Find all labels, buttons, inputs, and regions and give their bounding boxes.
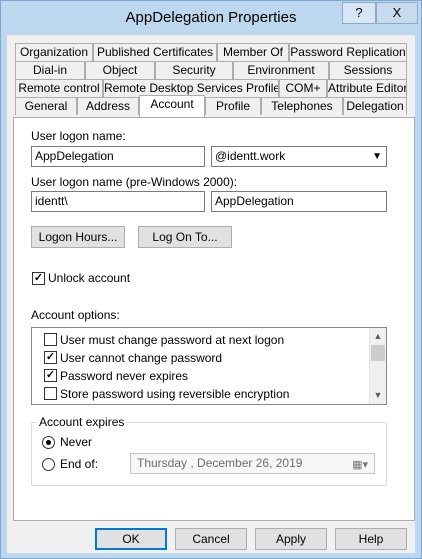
pre-windows-2000-domain-field: identt\ bbox=[31, 191, 205, 212]
expires-never-label: Never bbox=[60, 435, 93, 449]
log-on-to-button[interactable]: Log On To... bbox=[138, 226, 232, 248]
expires-end-of-label: End of: bbox=[60, 457, 99, 471]
logon-hours-button[interactable]: Logon Hours... bbox=[31, 226, 125, 248]
pre-windows-2000-label: User logon name (pre-Windows 2000): bbox=[31, 175, 238, 189]
expiry-date-picker[interactable]: Thursday , December 26, 2019 ▦▾ bbox=[130, 453, 375, 474]
date-weekday: Thursday bbox=[137, 456, 188, 470]
unlock-account-checkbox[interactable]: ✓ bbox=[32, 272, 45, 285]
upn-suffix-combobox[interactable]: @identt.work ▼ bbox=[211, 146, 387, 167]
expires-never-radio[interactable] bbox=[42, 436, 55, 449]
tab-attribute-editor[interactable]: Attribute Editor bbox=[327, 79, 407, 97]
chevron-down-icon: ▼ bbox=[372, 151, 382, 162]
help-title-button[interactable]: ? bbox=[342, 2, 376, 24]
calendar-icon[interactable]: ▦▾ bbox=[352, 456, 368, 475]
properties-window: AppDelegation Properties ? X Organizatio… bbox=[0, 0, 422, 559]
tab-general[interactable]: General bbox=[15, 97, 77, 115]
tab-delegation[interactable]: Delegation bbox=[343, 97, 407, 115]
tab-member-of[interactable]: Member Of bbox=[217, 43, 289, 61]
tab-environment[interactable]: Environment bbox=[233, 61, 329, 79]
tab-profile[interactable]: Profile bbox=[205, 97, 261, 115]
account-options-label: Account options: bbox=[31, 308, 120, 322]
cancel-button[interactable]: Cancel bbox=[175, 528, 247, 550]
user-logon-name-label: User logon name: bbox=[31, 129, 126, 143]
help-button[interactable]: Help bbox=[335, 528, 407, 550]
tab-address[interactable]: Address bbox=[77, 97, 139, 115]
dialog-client-area: Organization Published Certificates Memb… bbox=[7, 35, 415, 553]
close-window-button[interactable]: X bbox=[376, 2, 418, 24]
user-logon-name-input[interactable]: AppDelegation bbox=[31, 146, 205, 167]
tab-password-replication[interactable]: Password Replication bbox=[289, 43, 407, 61]
scroll-up-icon[interactable]: ▲ bbox=[370, 328, 386, 345]
tab-security[interactable]: Security bbox=[155, 61, 233, 79]
tab-account[interactable]: Account bbox=[139, 95, 205, 117]
scroll-thumb[interactable] bbox=[371, 345, 385, 361]
date-text: , December 26, 2019 bbox=[190, 456, 303, 470]
title-bar: AppDelegation Properties ? X bbox=[1, 1, 421, 35]
tab-telephones[interactable]: Telephones bbox=[261, 97, 343, 115]
tab-organization[interactable]: Organization bbox=[15, 43, 93, 61]
tab-dial-in[interactable]: Dial-in bbox=[15, 61, 85, 79]
tab-sessions[interactable]: Sessions bbox=[329, 61, 407, 79]
unlock-account-label: Unlock account bbox=[48, 271, 131, 285]
apply-button[interactable]: Apply bbox=[255, 528, 327, 550]
tab-remote-control[interactable]: Remote control bbox=[15, 79, 103, 97]
checkbox-checked[interactable]: ✓ bbox=[44, 369, 57, 382]
scroll-down-icon[interactable]: ▼ bbox=[370, 387, 386, 404]
tab-published-certificates[interactable]: Published Certificates bbox=[93, 43, 217, 61]
ok-button[interactable]: OK bbox=[95, 528, 167, 550]
expires-end-of-radio[interactable] bbox=[42, 458, 55, 471]
options-scrollbar[interactable]: ▲ ▼ bbox=[369, 328, 386, 404]
checkbox-unchecked[interactable] bbox=[44, 333, 57, 346]
upn-suffix-value: @identt.work bbox=[215, 149, 286, 163]
checkbox-unchecked[interactable] bbox=[44, 387, 57, 400]
pre-windows-2000-name-input[interactable]: AppDelegation bbox=[211, 191, 387, 212]
account-expires-label: Account expires bbox=[37, 415, 127, 429]
tab-object[interactable]: Object bbox=[85, 61, 155, 79]
account-tab-panel: User logon name: AppDelegation @identt.w… bbox=[13, 117, 415, 521]
checkbox-checked[interactable]: ✓ bbox=[44, 351, 57, 364]
account-options-list: User must change password at next logon … bbox=[31, 327, 387, 405]
tab-com-plus[interactable]: COM+ bbox=[279, 79, 327, 97]
